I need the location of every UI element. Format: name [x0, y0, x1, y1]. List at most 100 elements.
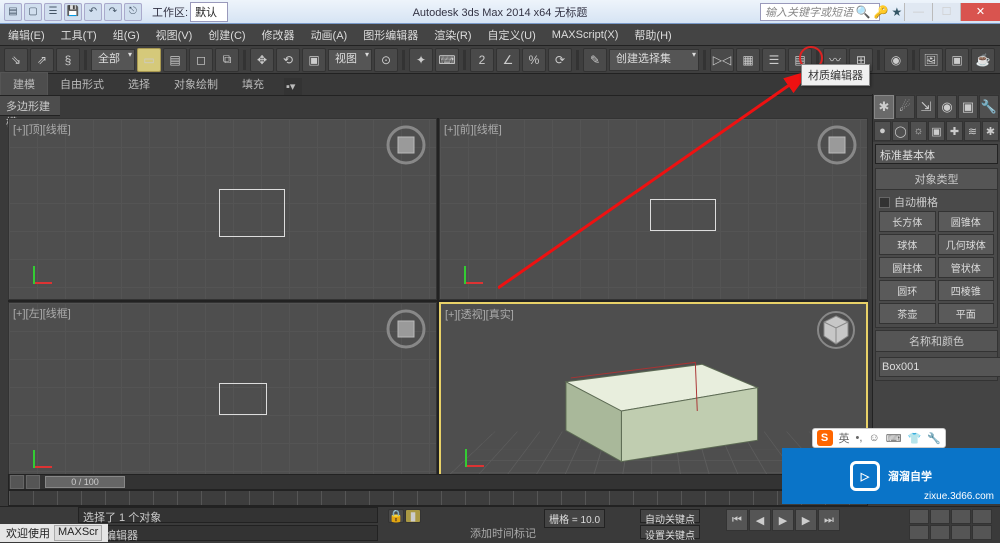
sogou-icon[interactable]: S: [817, 430, 833, 446]
teapot-button[interactable]: 茶壶: [879, 303, 936, 324]
viewport-label-top[interactable]: [+][顶][线框]: [13, 121, 71, 137]
viewport-label-left[interactable]: [+][左][线框]: [13, 305, 71, 321]
menu-help[interactable]: 帮助(H): [626, 24, 679, 45]
time-slider-thumb[interactable]: 0 / 100: [45, 476, 125, 488]
rollout-object-type[interactable]: 对象类型: [875, 168, 998, 190]
track-bar[interactable]: [8, 490, 868, 506]
primitive-category-dropdown[interactable]: 标准基本体: [875, 144, 998, 164]
zoom-all-icon[interactable]: [930, 509, 950, 524]
time-slider[interactable]: 0 / 100: [8, 474, 868, 490]
app-menu-icon[interactable]: ▤: [4, 3, 22, 21]
unlink-tool-icon[interactable]: ⇗: [30, 48, 54, 72]
new-icon[interactable]: ▢: [24, 3, 42, 21]
ribbon-expand-icon[interactable]: ▪▾: [284, 78, 302, 95]
help-search-icon[interactable]: 🔍: [856, 5, 871, 19]
link-icon[interactable]: ⎋: [124, 3, 142, 21]
prev-frame-icon[interactable]: ◀: [749, 509, 771, 531]
viewport-label-front[interactable]: [+][前][线框]: [444, 121, 502, 137]
spinner-snap-icon[interactable]: ⟳: [548, 48, 572, 72]
pyramid-button[interactable]: 四棱锥: [938, 280, 995, 301]
ime-emoji-icon[interactable]: ☺: [868, 432, 879, 444]
rectangular-region-icon[interactable]: ◻: [189, 48, 213, 72]
box-button[interactable]: 长方体: [879, 211, 936, 232]
autokey-button[interactable]: 自动关键点: [640, 509, 700, 523]
pan-icon[interactable]: [930, 525, 950, 540]
tube-button[interactable]: 管状体: [938, 257, 995, 278]
ime-lang[interactable]: 英: [839, 430, 850, 446]
menu-edit[interactable]: 编辑(E): [0, 24, 53, 45]
maxscript-tab[interactable]: MAXScr: [54, 525, 102, 541]
selection-filter-dropdown[interactable]: 全部: [91, 49, 135, 71]
snap-2d-icon[interactable]: 2: [470, 48, 494, 72]
next-key-icon[interactable]: [26, 475, 40, 489]
redo-icon[interactable]: ↷: [104, 3, 122, 21]
menu-views[interactable]: 视图(V): [148, 24, 201, 45]
ime-toolbar[interactable]: S 英 •, ☺ ⌨ 👕 🔧: [812, 428, 946, 448]
undo-icon[interactable]: ↶: [84, 3, 102, 21]
ime-tool-icon[interactable]: 🔧: [927, 432, 941, 445]
keyboard-shortcut-icon[interactable]: ⌨: [435, 48, 459, 72]
ime-skin-icon[interactable]: 👕: [908, 432, 922, 445]
render-production-icon[interactable]: ☕: [971, 48, 995, 72]
spacewarps-icon[interactable]: ≋: [964, 121, 981, 141]
menu-rendering[interactable]: 渲染(R): [426, 24, 479, 45]
tab-freeform[interactable]: 自由形式: [48, 73, 116, 95]
snap-percent-icon[interactable]: %: [522, 48, 546, 72]
add-time-tag[interactable]: 添加时间标记: [470, 525, 536, 541]
scale-tool-icon[interactable]: ▣: [302, 48, 326, 72]
ime-keyboard-icon[interactable]: ⌨: [886, 432, 902, 445]
prev-key-icon[interactable]: [10, 475, 24, 489]
viewcube-icon[interactable]: [386, 309, 426, 349]
tab-objectpaint[interactable]: 对象绘制: [162, 73, 230, 95]
zoom-extents-all-icon[interactable]: [972, 509, 992, 524]
menu-group[interactable]: 组(G): [105, 24, 148, 45]
viewport-top[interactable]: [+][顶][线框]: [8, 118, 437, 300]
hierarchy-tab-icon[interactable]: ⇲: [916, 95, 936, 119]
material-editor-icon[interactable]: ◉: [884, 48, 908, 72]
orbit-icon[interactable]: [951, 525, 971, 540]
motion-tab-icon[interactable]: ◉: [937, 95, 957, 119]
window-crossing-icon[interactable]: ⧉: [215, 48, 239, 72]
menu-animation[interactable]: 动画(A): [303, 24, 356, 45]
plane-button[interactable]: 平面: [938, 303, 995, 324]
menu-tools[interactable]: 工具(T): [53, 24, 105, 45]
max-toggle-icon[interactable]: [972, 525, 992, 540]
cone-button[interactable]: 圆锥体: [938, 211, 995, 232]
zoom-icon[interactable]: [909, 509, 929, 524]
viewport-left[interactable]: [+][左][线框]: [8, 302, 437, 484]
menu-customize[interactable]: 自定义(U): [480, 24, 544, 45]
display-tab-icon[interactable]: ▣: [958, 95, 978, 119]
rendered-frame-icon[interactable]: ▣: [945, 48, 969, 72]
edit-named-sel-icon[interactable]: ✎: [583, 48, 607, 72]
render-setup-icon[interactable]: 🖼: [919, 48, 943, 72]
cylinder-button[interactable]: 圆柱体: [879, 257, 936, 278]
viewport-front[interactable]: [+][前][线框]: [439, 118, 868, 300]
tab-modeling[interactable]: 建模: [0, 72, 48, 95]
align-icon[interactable]: ▦: [736, 48, 760, 72]
fov-icon[interactable]: [909, 525, 929, 540]
save-icon[interactable]: 💾: [64, 3, 82, 21]
signin-icon[interactable]: 🔑: [874, 5, 889, 19]
systems-icon[interactable]: ✱: [982, 121, 999, 141]
layers-icon[interactable]: ☰: [762, 48, 786, 72]
object-name-input[interactable]: [879, 357, 1000, 377]
bind-spacewarp-icon[interactable]: §: [56, 48, 80, 72]
geosphere-button[interactable]: 几何球体: [938, 234, 995, 255]
workspace-dropdown[interactable]: 默认: [190, 2, 228, 22]
mini-listener[interactable]: 材质编辑器: [78, 525, 378, 541]
rollout-name-color[interactable]: 名称和颜色: [875, 330, 998, 352]
next-frame-icon[interactable]: ▶: [795, 509, 817, 531]
rotate-tool-icon[interactable]: ⟲: [276, 48, 300, 72]
goto-end-icon[interactable]: ⏭: [818, 509, 840, 531]
ref-coord-dropdown[interactable]: 视图: [328, 49, 372, 71]
menu-maxscript[interactable]: MAXScript(X): [544, 24, 627, 45]
lights-icon[interactable]: ☼: [910, 121, 927, 141]
shapes-icon[interactable]: ◯: [892, 121, 909, 141]
helpers-icon[interactable]: ✚: [946, 121, 963, 141]
cameras-icon[interactable]: ▣: [928, 121, 945, 141]
use-pivot-icon[interactable]: ⊙: [374, 48, 398, 72]
open-icon[interactable]: ☰: [44, 3, 62, 21]
lock-selection-icon[interactable]: 🔒: [388, 509, 404, 523]
tab-populate[interactable]: 填充: [230, 73, 276, 95]
setkey-button[interactable]: 设置关键点: [640, 525, 700, 539]
